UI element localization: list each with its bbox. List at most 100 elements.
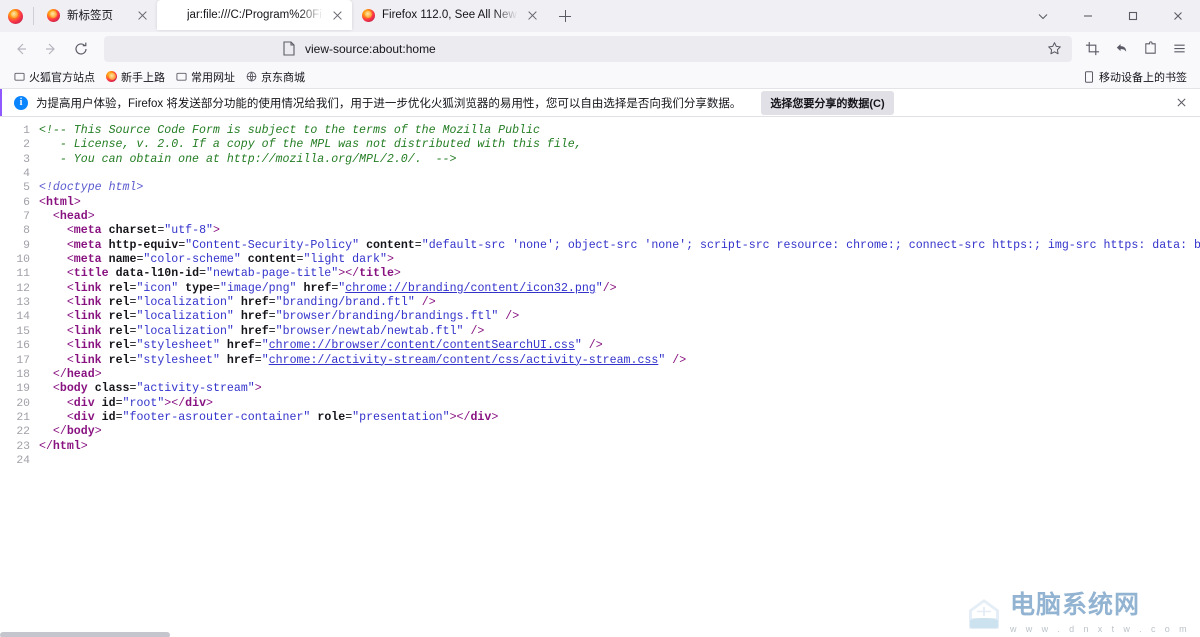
code-line: 22 </body> (0, 425, 1200, 439)
code-token: < (39, 354, 74, 367)
code-token (95, 411, 102, 424)
tab-title: jar:file:///C:/Program%20Files/M (187, 9, 323, 21)
bookmark-label: 移动设备上的书签 (1099, 69, 1187, 85)
code-token (102, 239, 109, 252)
code-token: = (415, 239, 422, 252)
navigation-toolbar: view-source:about:home (0, 32, 1200, 65)
view-source-content[interactable]: 1<!-- This Source Code Form is subject t… (0, 117, 1200, 637)
history-back-icon[interactable] (1107, 35, 1136, 63)
bookmark-item[interactable]: 常用网址 (170, 67, 240, 87)
code-token: < (39, 411, 74, 424)
code-token: id (102, 411, 116, 424)
code-line: 10 <meta name="color-scheme" content="li… (0, 253, 1200, 267)
app-menu-icon[interactable] (1165, 35, 1194, 63)
code-line: 20 <div id="root"></div> (0, 397, 1200, 411)
close-icon[interactable] (1170, 92, 1192, 114)
code-token: /> (582, 339, 603, 352)
code-token (102, 354, 109, 367)
choose-shared-data-button[interactable]: 选择您要分享的数据(C) (761, 91, 893, 115)
reload-icon[interactable] (66, 35, 96, 63)
close-button[interactable] (1155, 0, 1200, 32)
tab-separator (33, 7, 34, 25)
code-text: <html> (39, 196, 81, 210)
list-all-tabs-button[interactable] (1020, 0, 1065, 32)
tab-favicon-blank (166, 8, 180, 22)
browser-tab[interactable]: Firefox 112.0, See All New Fe (352, 0, 547, 30)
bookmark-item[interactable]: 新手上路 (100, 67, 170, 87)
back-icon[interactable] (6, 35, 36, 63)
star-icon[interactable] (1042, 37, 1066, 61)
code-token: rel (109, 310, 130, 323)
code-token: title (359, 267, 394, 280)
telemetry-notification-bar: i 为提高用户体验，Firefox 将发送部分功能的使用情况给我们，用于进一步优… (0, 89, 1200, 117)
code-token: html (53, 440, 81, 453)
source-link[interactable]: chrome://activity-stream/content/css/act… (269, 354, 659, 367)
screenshot-icon[interactable] (1078, 35, 1107, 63)
folder-icon (13, 71, 25, 83)
tab-close-icon[interactable] (135, 8, 150, 23)
code-token: > (213, 224, 220, 237)
bookmark-label: 火狐官方站点 (29, 69, 95, 85)
maximize-button[interactable] (1110, 0, 1155, 32)
code-token: "stylesheet" (136, 354, 220, 367)
code-token: link (74, 325, 102, 338)
code-token: < (39, 296, 74, 309)
line-number: 16 (0, 339, 39, 353)
forward-icon[interactable] (36, 35, 66, 63)
source-link[interactable]: chrome://browser/content/contentSearchUI… (269, 339, 575, 352)
line-number: 22 (0, 425, 39, 439)
tab-close-icon[interactable] (330, 8, 345, 23)
code-token: > (95, 425, 102, 438)
line-number: 7 (0, 210, 39, 224)
new-tab-button[interactable] (551, 2, 579, 30)
code-token: > (206, 397, 213, 410)
code-token: - License, v. 2.0. If a copy of the MPL … (39, 138, 582, 151)
firefox-logo-icon (46, 8, 60, 22)
extensions-icon[interactable] (1136, 35, 1165, 63)
code-token: rel (109, 325, 130, 338)
code-token: = (213, 282, 220, 295)
bookmark-list: 火狐官方站点新手上路常用网址京东商城 (8, 67, 310, 87)
code-token (102, 253, 109, 266)
code-line: 6<html> (0, 196, 1200, 210)
minimize-button[interactable] (1065, 0, 1110, 32)
code-token (220, 354, 227, 367)
code-line: 5<!doctype html> (0, 181, 1200, 195)
address-bar[interactable]: view-source:about:home (104, 36, 1072, 62)
url-text[interactable]: view-source:about:home (305, 42, 1042, 56)
code-token: </ (39, 440, 53, 453)
bookmark-item-mobile[interactable]: 移动设备上的书签 (1078, 67, 1192, 87)
tab-strip: 新标签页 jar:file:///C:/Program%20Files/M Fire… (0, 0, 1200, 32)
code-token (234, 325, 241, 338)
code-token: "Content-Security-Policy" (185, 239, 359, 252)
code-token: " (262, 354, 269, 367)
browser-tab[interactable]: 新标签页 (37, 0, 157, 30)
code-line: 17 <link rel="stylesheet" href="chrome:/… (0, 354, 1200, 368)
code-text: <link rel="stylesheet" href="chrome://br… (39, 339, 603, 353)
line-number: 24 (0, 454, 39, 468)
line-number: 18 (0, 368, 39, 382)
code-text: <div id="footer-asrouter-container" role… (39, 411, 498, 425)
line-number: 2 (0, 138, 39, 152)
code-text: - You can obtain one at http://mozilla.o… (39, 153, 456, 167)
tab-close-icon[interactable] (525, 8, 540, 23)
bookmark-item[interactable]: 京东商城 (240, 67, 310, 87)
code-token: = (255, 339, 262, 352)
bookmark-item[interactable]: 火狐官方站点 (8, 67, 100, 87)
horizontal-scrollbar[interactable] (0, 632, 170, 637)
code-token: = (199, 267, 206, 280)
code-token: "image/png" (220, 282, 297, 295)
source-link[interactable]: chrome://branding/content/icon32.png (345, 282, 595, 295)
browser-tab[interactable]: jar:file:///C:/Program%20Files/M (157, 0, 352, 30)
code-token: > (81, 440, 88, 453)
code-line: 8 <meta charset="utf-8"> (0, 224, 1200, 238)
code-token: < (39, 325, 74, 338)
line-number: 20 (0, 397, 39, 411)
code-token: ></ (164, 397, 185, 410)
line-number: 10 (0, 253, 39, 267)
code-token: "color-scheme" (143, 253, 240, 266)
code-text: </head> (39, 368, 102, 382)
code-line: 23</html> (0, 440, 1200, 454)
code-token: < (39, 339, 74, 352)
house-icon (966, 596, 1002, 632)
